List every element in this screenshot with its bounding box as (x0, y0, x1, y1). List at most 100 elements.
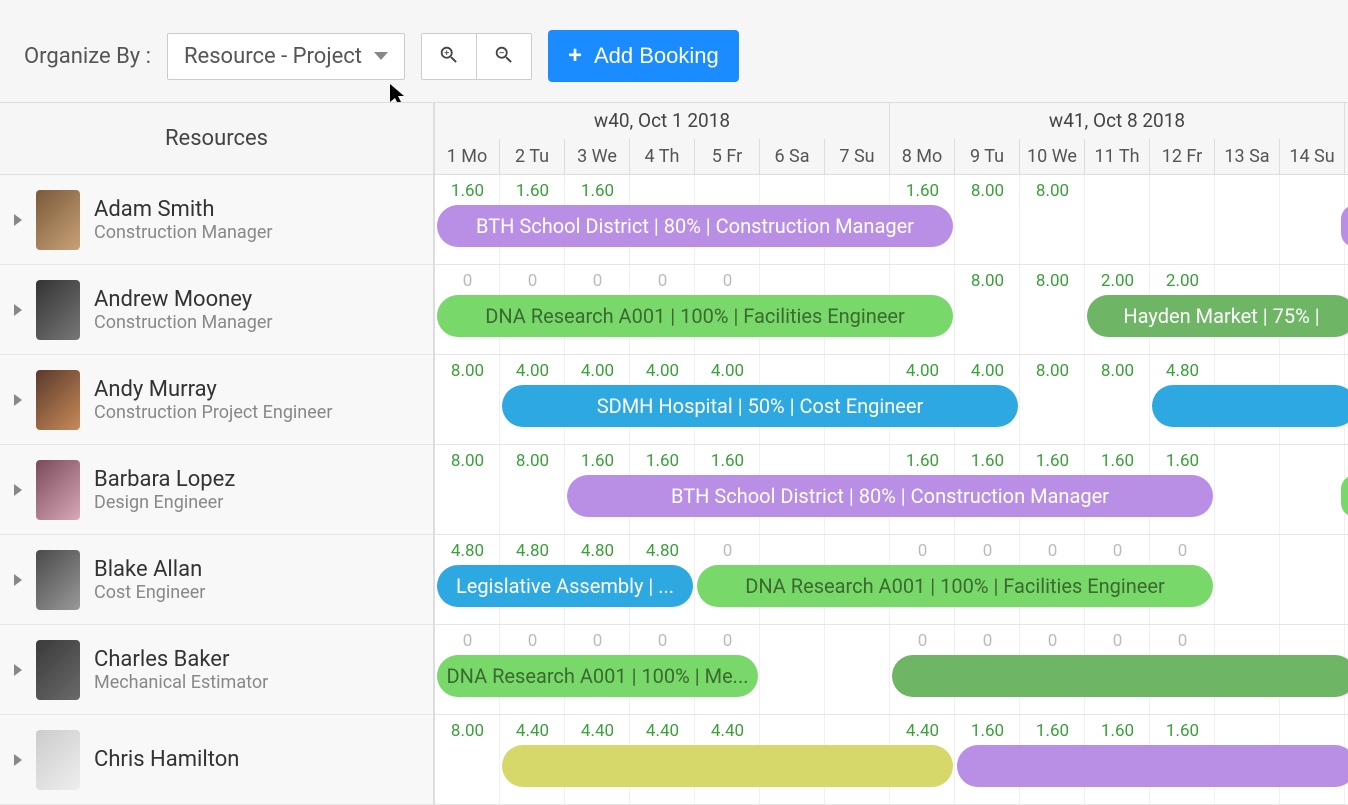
week-header: w40, Oct 1 2018 (435, 103, 890, 139)
hour-value: 1.60 (1020, 451, 1085, 469)
hour-value (825, 721, 890, 739)
day-header[interactable]: 9 Tu (955, 139, 1020, 175)
resource-row[interactable]: Adam Smith Construction Manager (0, 175, 433, 265)
hour-value: 1.60 (435, 181, 500, 199)
resource-row[interactable]: Charles Baker Mechanical Estimator (0, 625, 433, 715)
hour-value: 8.00 (435, 361, 500, 379)
resource-row[interactable]: Barbara Lopez Design Engineer (0, 445, 433, 535)
resource-row[interactable]: Chris Hamilton (0, 715, 433, 805)
hour-value: 8.00 (1020, 181, 1085, 199)
hour-value (825, 541, 890, 559)
avatar (36, 550, 80, 610)
timeline-row[interactable]: 8.004.404.404.404.404.401.601.601.601.60 (435, 715, 1348, 805)
expand-arrow-icon[interactable] (14, 214, 22, 226)
day-header[interactable]: 7 Su (825, 139, 890, 175)
timeline-header: w40, Oct 1 2018w41, Oct 8 2018 1 Mo2 Tu3… (435, 103, 1348, 175)
booking-bar[interactable] (957, 745, 1348, 787)
hour-value: 4.00 (565, 361, 630, 379)
hour-value: 4.00 (955, 361, 1020, 379)
hour-value: 0 (500, 271, 565, 289)
timeline-row[interactable]: 8.004.004.004.004.004.004.008.008.004.80… (435, 355, 1348, 445)
resource-role: Design Engineer (94, 492, 235, 513)
resource-role: Construction Project Engineer (94, 402, 332, 423)
booking-bar[interactable] (502, 745, 953, 787)
day-header[interactable]: 3 We (565, 139, 630, 175)
zoom-out-button[interactable] (477, 34, 531, 79)
hour-value: 4.80 (500, 541, 565, 559)
day-header[interactable]: 2 Tu (500, 139, 565, 175)
day-header[interactable]: 4 Th (630, 139, 695, 175)
resource-role: Mechanical Estimator (94, 672, 268, 693)
day-header[interactable]: 10 We (1020, 139, 1085, 175)
hour-value (890, 271, 955, 289)
hour-value (760, 541, 825, 559)
timeline-row[interactable]: 0000000000DNA Research A001 | 100% | Me.… (435, 625, 1348, 715)
day-header[interactable]: 6 Sa (760, 139, 825, 175)
resource-row[interactable]: Andy Murray Construction Project Enginee… (0, 355, 433, 445)
hour-value: 4.40 (500, 721, 565, 739)
hour-value: 8.00 (435, 721, 500, 739)
timeline-row[interactable]: 000008.008.002.002.00DNA Research A001 |… (435, 265, 1348, 355)
day-header[interactable]: 5 Fr (695, 139, 760, 175)
hour-value: 0 (1020, 541, 1085, 559)
chevron-down-icon (374, 52, 388, 60)
booking-bar[interactable] (1152, 385, 1348, 427)
hour-value (760, 361, 825, 379)
expand-arrow-icon[interactable] (14, 304, 22, 316)
resource-info: Adam Smith Construction Manager (94, 197, 272, 243)
hour-value: 0 (630, 631, 695, 649)
hour-value: 1.60 (1150, 721, 1215, 739)
expand-arrow-icon[interactable] (14, 754, 22, 766)
timeline-row[interactable]: 8.008.001.601.601.601.601.601.601.601.60… (435, 445, 1348, 535)
resource-info: Andy Murray Construction Project Enginee… (94, 377, 332, 423)
booking-bar[interactable]: BTH School District | 80% | Construction… (437, 205, 953, 247)
resource-role: Construction Manager (94, 312, 272, 333)
expand-arrow-icon[interactable] (14, 394, 22, 406)
toolbar: Organize By : Resource - Project + Add B… (0, 0, 1348, 102)
expand-arrow-icon[interactable] (14, 484, 22, 496)
hour-value: 0 (500, 631, 565, 649)
dropdown-value: Resource - Project (184, 44, 362, 69)
booking-bar[interactable]: SDMH Hospital | 50% | Cost Engineer (502, 385, 1018, 427)
hour-value: 1.60 (565, 181, 630, 199)
booking-bar[interactable]: DNA Research A001 | 100% | Facilities En… (697, 565, 1213, 607)
hour-value: 8.00 (955, 271, 1020, 289)
hour-value (1215, 541, 1280, 559)
hour-value: 0 (435, 271, 500, 289)
zoom-in-icon (438, 44, 460, 66)
booking-bar[interactable]: BTH School District | 80% | Construction… (567, 475, 1213, 517)
resources-column: Resources Adam Smith Construction Manage… (0, 103, 435, 805)
day-header[interactable]: 12 Fr (1150, 139, 1215, 175)
scheduler-grid: Resources Adam Smith Construction Manage… (0, 102, 1348, 805)
booking-bar[interactable]: Hayden Market | 75% | (1087, 295, 1348, 337)
timeline-row[interactable]: 1.601.601.601.608.008.00BTH School Distr… (435, 175, 1348, 265)
booking-bar[interactable]: DNA Research A001 | 100% | Facilities En… (437, 295, 953, 337)
plus-icon: + (568, 42, 582, 70)
expand-arrow-icon[interactable] (14, 574, 22, 586)
hour-value: 1.60 (890, 451, 955, 469)
day-header[interactable]: 14 Su (1280, 139, 1345, 175)
hour-value (825, 451, 890, 469)
day-header[interactable]: 8 Mo (890, 139, 955, 175)
resource-row[interactable]: Blake Allan Cost Engineer (0, 535, 433, 625)
resource-name: Blake Allan (94, 557, 205, 582)
hour-value: 8.00 (500, 451, 565, 469)
resource-row[interactable]: Andrew Mooney Construction Manager (0, 265, 433, 355)
day-header[interactable]: 13 Sa (1215, 139, 1280, 175)
booking-bar[interactable] (892, 655, 1348, 697)
organize-by-dropdown[interactable]: Resource - Project (167, 33, 405, 80)
day-header[interactable]: 11 Th (1085, 139, 1150, 175)
booking-bar[interactable]: DNA Research A001 | 100% | Me... (437, 655, 758, 697)
add-booking-button[interactable]: + Add Booking (548, 30, 739, 82)
hour-value: 2.00 (1150, 271, 1215, 289)
zoom-in-button[interactable] (422, 34, 477, 79)
resource-info: Andrew Mooney Construction Manager (94, 287, 272, 333)
hour-value (760, 451, 825, 469)
timeline-column: w40, Oct 1 2018w41, Oct 8 2018 1 Mo2 Tu3… (435, 103, 1348, 805)
hour-value: 1.60 (565, 451, 630, 469)
booking-bar[interactable]: Legislative Assembly | ... (437, 565, 693, 607)
avatar (36, 460, 80, 520)
timeline-row[interactable]: 4.804.804.804.80000000Legislative Assemb… (435, 535, 1348, 625)
day-header[interactable]: 1 Mo (435, 139, 500, 175)
expand-arrow-icon[interactable] (14, 664, 22, 676)
